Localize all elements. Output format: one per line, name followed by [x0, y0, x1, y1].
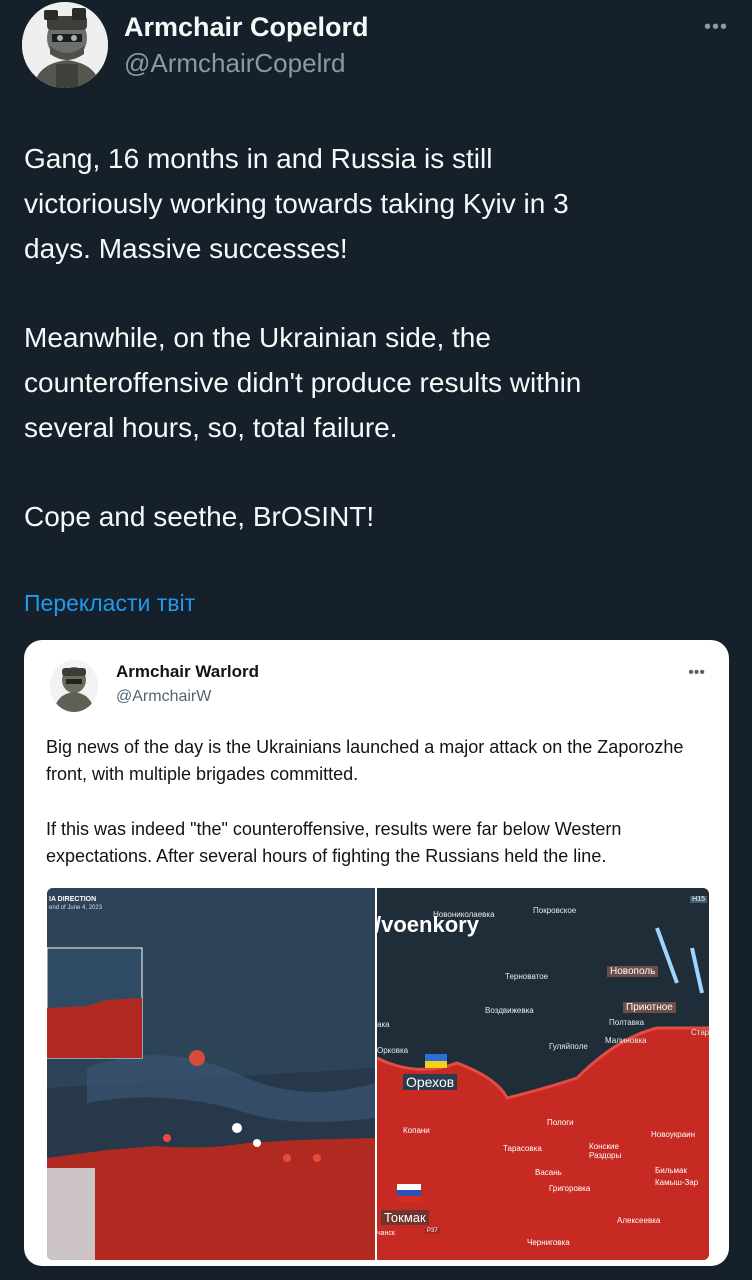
tweet-header: Armchair Copelord @ArmchairCopelrd •••	[22, 2, 732, 92]
tweet-paragraph-3: Cope and seethe, BrOSINT!	[24, 501, 375, 532]
left-map-subtitle: end of June 4, 2023	[49, 905, 103, 911]
map-label-novonikolaevka: Новониколаевка	[433, 910, 495, 919]
quoted-tweet-text: Big news of the day is the Ukrainians la…	[46, 734, 711, 898]
map-label-star: Стар	[691, 1028, 709, 1037]
quoted-more-options-icon[interactable]: •••	[688, 664, 705, 682]
map-label-alekseevka: Алексеевка	[617, 1216, 661, 1225]
tweet-paragraph-1: Gang, 16 months in and Russia is still v…	[24, 143, 569, 264]
map-label-pokrovskoe: Покровское	[533, 906, 577, 915]
map-label-kopani: Копани	[403, 1126, 430, 1135]
tweet-text: Gang, 16 months in and Russia is still v…	[24, 136, 724, 583]
left-map-graphic	[47, 888, 375, 1260]
quoted-avatar-soldier-image	[50, 660, 98, 712]
map-label-chansk: чанск	[377, 1230, 395, 1237]
quoted-author-name[interactable]: Armchair Warlord	[116, 662, 259, 682]
road-tag-p37: P37	[425, 1228, 440, 1234]
avatar-soldier-image	[22, 2, 108, 88]
map-label-orekhov: Орехов	[403, 1074, 458, 1090]
map-label-poltavka: Полтавка	[609, 1018, 645, 1027]
map-label-malinovka: Малиновка	[605, 1036, 647, 1045]
map-label-tokmak: Токмак	[381, 1210, 429, 1225]
map-label-bilmak: Бильмак	[655, 1166, 688, 1175]
author-handle[interactable]: @ArmchairCopelrd	[124, 48, 345, 79]
map-label-aka: ака	[377, 1020, 390, 1029]
map-label-pologi: Пологи	[547, 1118, 574, 1127]
map-label-orekhovka: Орковка	[377, 1046, 409, 1055]
quoted-author-handle[interactable]: @ArmchairW	[116, 688, 211, 706]
quoted-avatar	[50, 660, 98, 712]
map-label-kamysh-zarya: Камыш-Зар	[655, 1178, 699, 1187]
right-map-image[interactable]: /voenkory H15 Новониколаевка Покровское …	[375, 888, 709, 1260]
avatar[interactable]	[22, 2, 108, 88]
map-label-vozdvizhevka: Воздвижевка	[485, 1006, 534, 1015]
quoted-tweet-card[interactable]: Armchair Warlord @ArmchairW ••• Big news…	[24, 640, 729, 1266]
more-options-icon[interactable]: •••	[704, 16, 728, 39]
map-label-vasilevka: Васань	[535, 1168, 562, 1177]
bottom-divider	[0, 1268, 752, 1280]
map-label-priyutnoe: Приютное	[623, 1002, 676, 1013]
left-map-title: IA DIRECTION	[49, 896, 97, 903]
map-label-ternovatoe: Терноватое	[505, 972, 549, 981]
map-label-chernigovka: Черниговка	[527, 1238, 570, 1247]
left-map-image[interactable]: IA DIRECTION end of June 4, 2023	[47, 888, 375, 1260]
quoted-media[interactable]: IA DIRECTION end of June 4, 2023 /voenko…	[47, 888, 709, 1260]
map-label-guliaipole: Гуляйполе	[549, 1042, 588, 1051]
map-label-tarasovka: Тарасовка	[503, 1144, 542, 1153]
map-label-novopol: Новополь	[607, 966, 659, 977]
quoted-paragraph-1: Big news of the day is the Ukrainians la…	[46, 737, 684, 784]
map-label-novoukrainka: Новоукраин	[651, 1130, 696, 1139]
translate-tweet-link[interactable]: Перекласти твіт	[24, 590, 195, 617]
map-label-konskie-razdory: Конские Раздоры	[589, 1142, 622, 1160]
road-tag-h15: H15	[690, 896, 707, 903]
map-label-grigorovka: Григоровка	[549, 1184, 591, 1193]
tweet-paragraph-2: Meanwhile, on the Ukrainian side, the co…	[24, 322, 582, 443]
author-name[interactable]: Armchair Copelord	[124, 12, 369, 43]
quoted-paragraph-2: If this was indeed "the" counteroffensiv…	[46, 819, 622, 866]
